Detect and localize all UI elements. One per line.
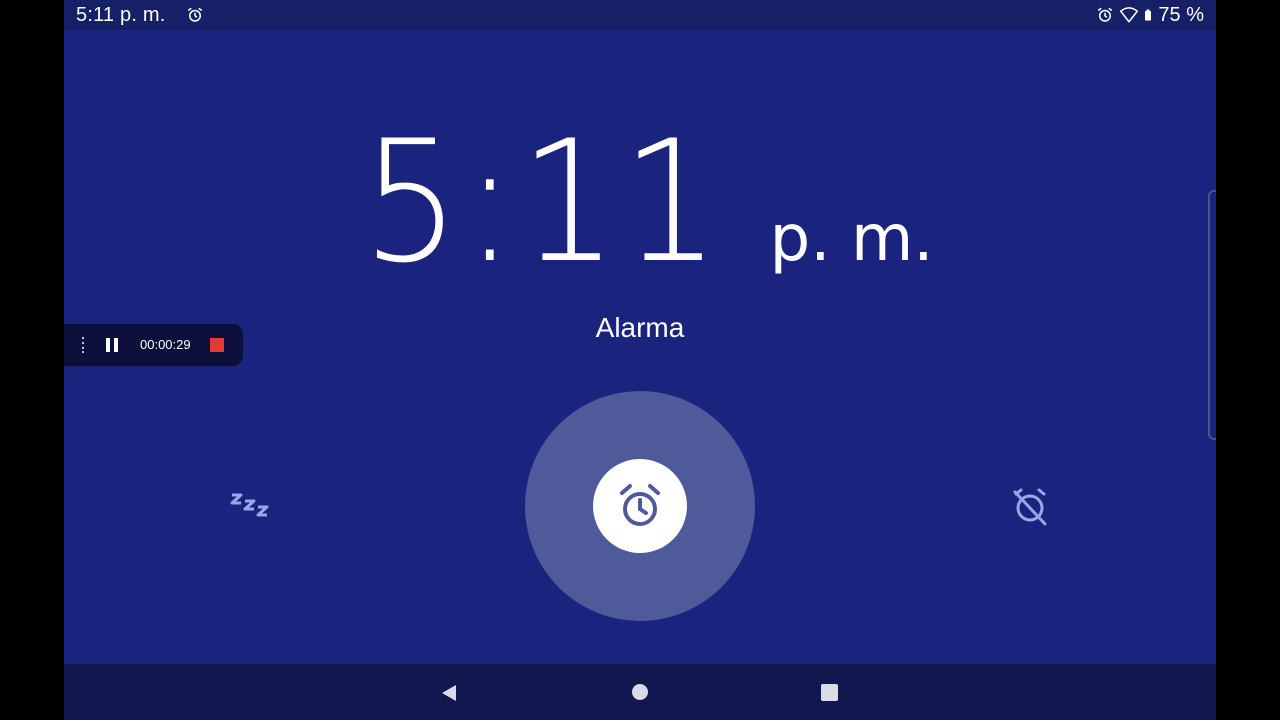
alarm-clock-icon — [620, 484, 660, 526]
recording-elapsed-time: 00:00:29 — [140, 337, 191, 352]
recents-icon[interactable] — [821, 684, 838, 701]
status-icons: 75 % — [1096, 4, 1204, 26]
battery-percent: 75 % — [1158, 3, 1204, 26]
clock-time: 5:11 — [362, 104, 724, 300]
alarm-screen: 5:11 p. m. 75 % 5:11 p. m. Alarma 00:00:… — [64, 0, 1216, 720]
drag-handle-icon[interactable] — [80, 336, 86, 354]
stop-icon[interactable] — [210, 338, 224, 352]
alarm-off-icon[interactable] — [1008, 486, 1052, 526]
navigation-bar — [64, 664, 1216, 720]
back-icon[interactable] — [440, 684, 458, 702]
home-icon[interactable] — [632, 684, 648, 700]
alarm-icon — [187, 7, 203, 22]
status-time: 5:11 p. m. — [76, 4, 166, 26]
screen-recorder-widget[interactable]: 00:00:29 — [64, 324, 243, 366]
clock-ampm: p. m. — [769, 202, 934, 276]
status-bar: 5:11 p. m. 75 % — [64, 0, 1216, 30]
alarm-icon — [1098, 7, 1113, 22]
wifi-icon — [1120, 7, 1139, 23]
snooze-zzz-icon[interactable] — [224, 486, 274, 526]
battery-icon — [1145, 9, 1152, 21]
alarm-center-button[interactable] — [593, 459, 687, 553]
alarm-clock-display: 5:11 p. m. — [64, 118, 1216, 286]
pause-icon[interactable] — [104, 337, 120, 353]
